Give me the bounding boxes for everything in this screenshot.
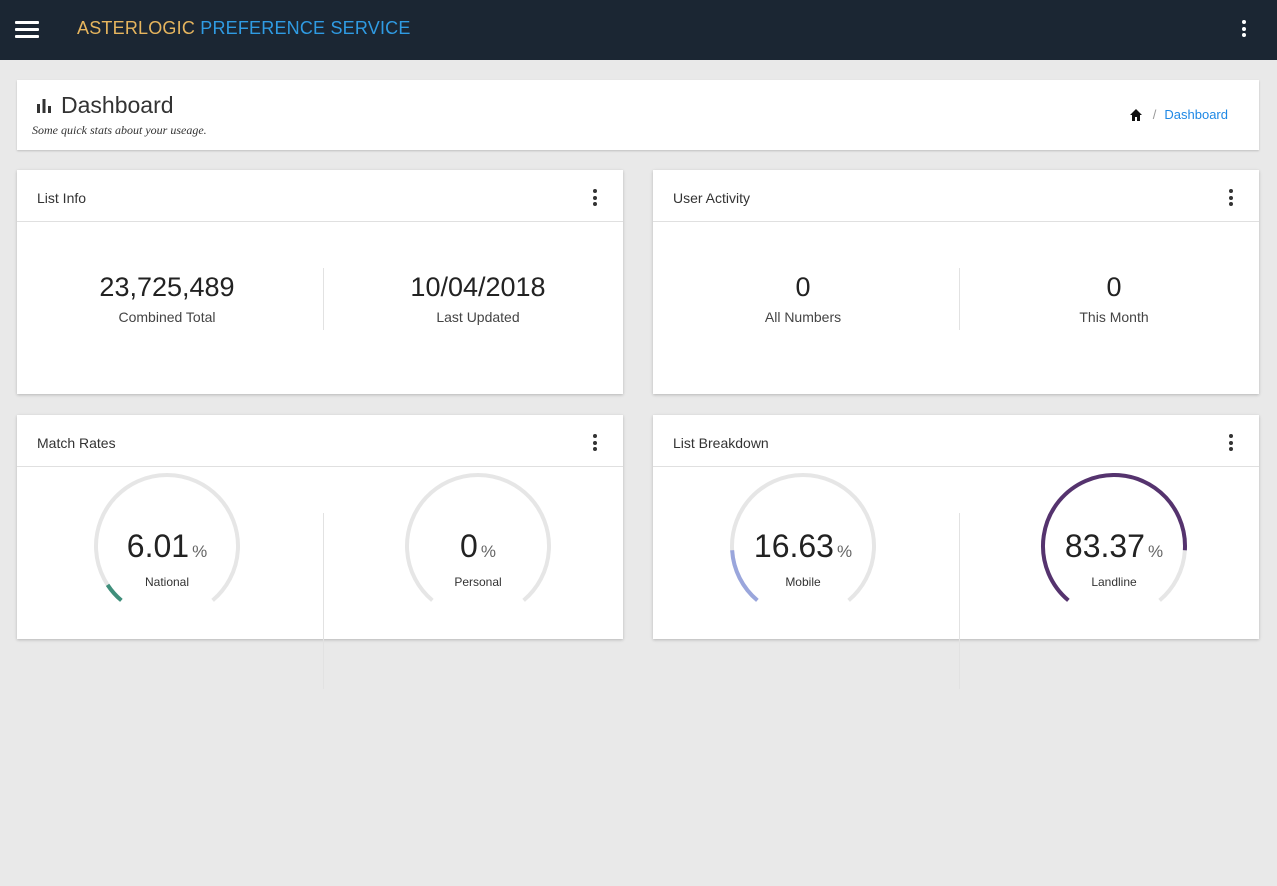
gauge-label: Mobile: [785, 575, 821, 589]
gauge-mobile: 16.63% Mobile: [723, 473, 883, 603]
divider: [323, 268, 324, 330]
gauge-value: 83.37: [1064, 528, 1145, 564]
match-rates-card: Match Rates 6.01% National 0% Personal: [17, 415, 623, 689]
hamburger-menu-icon[interactable]: [15, 19, 39, 39]
gauge-value: 6.01: [126, 528, 190, 564]
gauge-readout: 0%: [398, 528, 558, 565]
breadcrumb: / Dashboard: [1129, 107, 1228, 122]
page-subtitle: Some quick stats about your useage.: [32, 123, 207, 137]
more-vertical-icon[interactable]: [591, 434, 599, 451]
bar-chart-icon: [37, 99, 51, 113]
stat-label: Last Updated: [436, 309, 520, 325]
gauge-value: 16.63: [753, 528, 834, 564]
gauge-landline: 83.37% Landline: [1034, 473, 1194, 603]
gauge-label: National: [144, 575, 190, 589]
top-app-bar: ASTERLOGIC PREFERENCE SERVICE: [0, 0, 1277, 60]
gauge-value: 0: [460, 528, 478, 564]
stat-label: All Numbers: [764, 309, 842, 325]
gauge-unit: %: [480, 542, 496, 561]
more-vertical-icon[interactable]: [1227, 434, 1235, 451]
gauge-unit: %: [1147, 542, 1164, 561]
gauge-readout: 6.01%: [87, 528, 247, 565]
more-vertical-icon[interactable]: [1227, 189, 1235, 206]
page-header: Dashboard Some quick stats about your us…: [17, 80, 1259, 150]
card-title: List Breakdown: [673, 435, 769, 451]
stat-label: Combined Total: [118, 309, 216, 325]
gauge-unit: %: [836, 542, 853, 561]
divider: [959, 513, 960, 689]
gauge-personal: 0% Personal: [398, 473, 558, 603]
list-info-card: List Info 23,725,489 Combined Total 10/0…: [17, 170, 623, 394]
gauge-readout: 16.63%: [723, 528, 883, 565]
card-title: List Info: [37, 190, 87, 206]
stat-combined-total: 23,725,489 Combined Total: [27, 272, 307, 325]
stat-label: This Month: [1079, 309, 1149, 325]
gauge-national: 6.01% National: [87, 473, 247, 603]
home-icon[interactable]: [1129, 108, 1143, 122]
breadcrumb-current[interactable]: Dashboard: [1164, 107, 1228, 122]
card-title: Match Rates: [37, 435, 116, 451]
stat-last-updated: 10/04/2018 Last Updated: [338, 272, 618, 325]
stat-all-numbers: 0 All Numbers: [663, 272, 943, 325]
more-vertical-icon[interactable]: [591, 189, 599, 206]
breadcrumb-separator: /: [1152, 107, 1157, 122]
divider: [323, 513, 324, 689]
app-brand[interactable]: ASTERLOGIC PREFERENCE SERVICE: [77, 18, 411, 39]
card-header: List Breakdown: [653, 415, 1259, 467]
stat-value: 0: [795, 272, 811, 302]
divider: [959, 268, 960, 330]
stat-value: 0: [1106, 272, 1122, 302]
gauge-readout: 83.37%: [1034, 528, 1194, 565]
gauge-label: Personal: [454, 575, 502, 589]
card-title: User Activity: [673, 190, 751, 206]
card-header: List Info: [17, 170, 623, 222]
stat-value: 23,725,489: [99, 272, 235, 302]
brand-name-part1: ASTERLOGIC: [77, 18, 196, 38]
card-header: Match Rates: [17, 415, 623, 467]
stat-value: 10/04/2018: [410, 272, 546, 302]
gauge-unit: %: [192, 542, 208, 561]
more-vertical-icon[interactable]: [1240, 20, 1248, 40]
page-title: Dashboard: [61, 92, 174, 118]
stat-this-month: 0 This Month: [974, 272, 1254, 325]
brand-name-part2: PREFERENCE SERVICE: [200, 18, 411, 38]
user-activity-card: User Activity 0 All Numbers 0 This Month: [653, 170, 1259, 394]
card-header: User Activity: [653, 170, 1259, 222]
gauge-label: Landline: [1091, 575, 1137, 589]
list-breakdown-card: List Breakdown 16.63% Mobile 83.37% Land…: [653, 415, 1259, 689]
